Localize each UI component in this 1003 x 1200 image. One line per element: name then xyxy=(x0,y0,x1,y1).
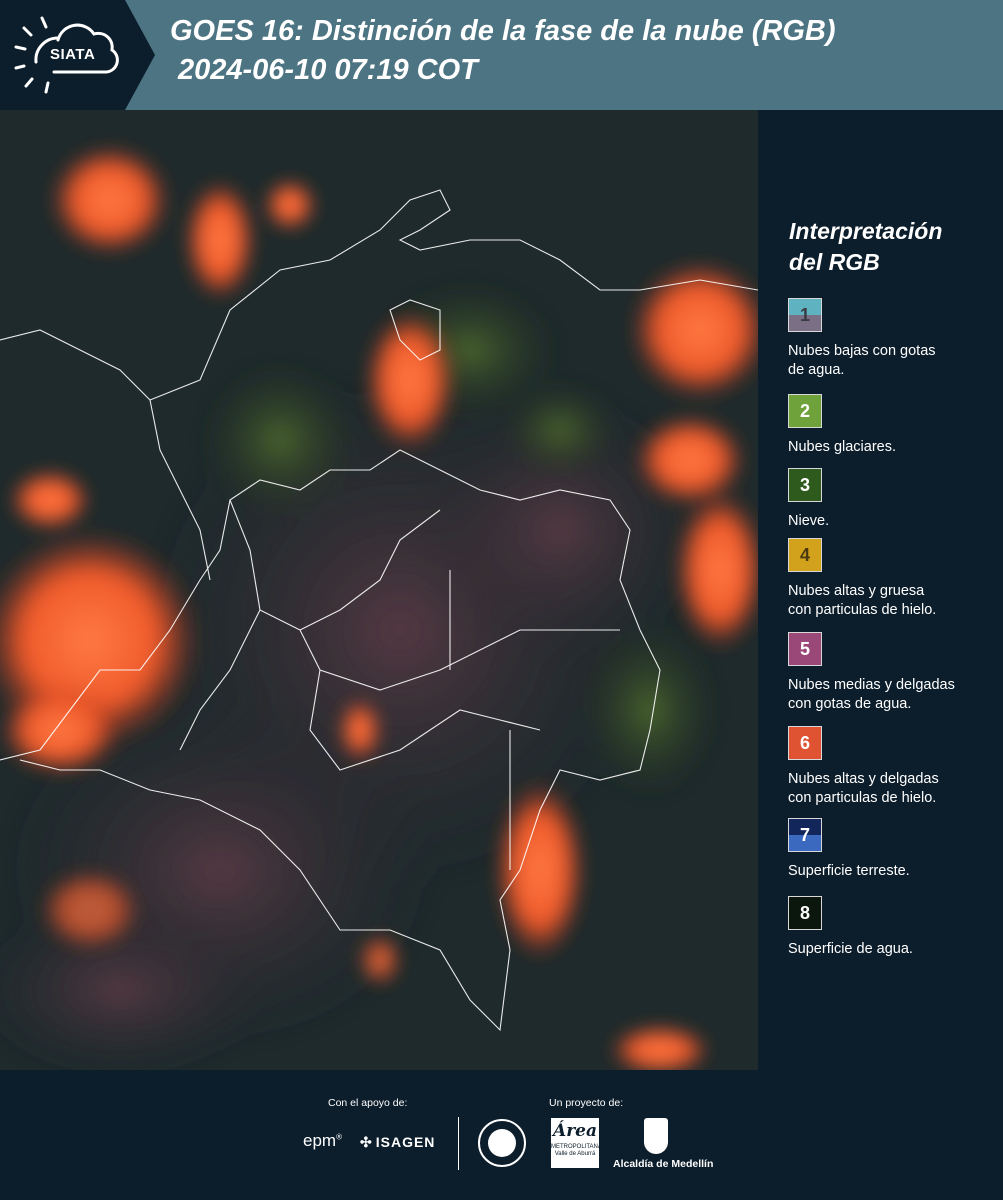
legend-label-6: Nubes altas y delgadas con particulas de… xyxy=(788,770,1000,808)
legend-label-1-line2: de agua. xyxy=(788,362,845,378)
legend-item-2: 2 Nubes glaciares. xyxy=(788,394,1000,457)
legend-item-5: 5 Nubes medias y delgadas con gotas de a… xyxy=(788,632,1000,714)
legend-swatch-6: 6 xyxy=(788,726,822,760)
legend-label-5: Nubes medias y delgadas con gotas de agu… xyxy=(788,676,1000,714)
isagen-mark-icon: ✣ xyxy=(360,1134,373,1150)
isagen-logo[interactable]: ✣ ISAGEN xyxy=(360,1134,435,1151)
legend-label-4-line2: con particulas de hielo. xyxy=(788,602,937,618)
area-logo-line2: Valle de Aburrá xyxy=(554,1151,596,1157)
swatch-2-number: 2 xyxy=(799,400,810,421)
legend-swatch-2: 2 xyxy=(788,394,822,428)
legend-label-7: Superficie terreste. xyxy=(788,863,910,879)
alcaldia-shield-icon[interactable] xyxy=(644,1118,668,1154)
legend-item-3: 3 Nieve. xyxy=(788,468,1000,531)
legend-swatch-4: 4 xyxy=(788,538,822,572)
legend-label-4: Nubes altas y gruesa con particulas de h… xyxy=(788,582,1000,620)
legend-swatch-3: 3 xyxy=(788,468,822,502)
legend-label-3: Nieve. xyxy=(788,513,830,529)
swatch-7-number: 7 xyxy=(799,824,810,845)
area-logo-line1: METROPOLITANA xyxy=(551,1144,602,1150)
medellin-seal-logo[interactable] xyxy=(478,1119,526,1167)
legend-label-4-line1: Nubes altas y gruesa xyxy=(788,583,925,599)
legend-title: Interpretación del RGB xyxy=(789,216,989,278)
epm-logo[interactable]: epm® xyxy=(303,1131,342,1151)
legend-swatch-5: 5 xyxy=(788,632,822,666)
page-timestamp: 2024-06-10 07:19 COT xyxy=(178,54,478,86)
swatch-4-number: 4 xyxy=(799,544,810,565)
legend-title-line1: Interpretación xyxy=(789,218,943,244)
siata-logo[interactable]: SIATA xyxy=(0,0,155,110)
swatch-1-number: 1 xyxy=(799,304,810,325)
legend-label-6-line1: Nubes altas y delgadas xyxy=(788,771,939,787)
legend-item-7: 7 Superficie terreste. xyxy=(788,818,1000,881)
seal-icon xyxy=(488,1129,516,1157)
legend-swatch-7: 7 xyxy=(788,818,822,852)
swatch-8-number: 8 xyxy=(799,902,810,923)
epm-logo-text: epm xyxy=(303,1131,337,1150)
legend-label-2: Nubes glaciares. xyxy=(788,439,896,455)
area-metropolitana-logo[interactable]: Área METROPOLITANA Valle de Aburrá xyxy=(551,1118,602,1168)
footer: Con el apoyo de: Un proyecto de: epm® ✣ I… xyxy=(0,1070,1003,1200)
alcaldia-logo-text: Alcaldía de Medellín xyxy=(613,1158,714,1170)
legend-label-5-line1: Nubes medias y delgadas xyxy=(788,677,955,693)
legend-label-5-line2: con gotas de agua. xyxy=(788,696,912,712)
legend-item-1: 1 Nubes bajas con gotas de agua. xyxy=(788,298,1000,380)
page-title: GOES 16: Distinción de la fase de la nub… xyxy=(170,15,836,47)
sponsor-caption: Con el apoyo de: xyxy=(328,1097,408,1109)
siata-logo-text: SIATA xyxy=(50,46,96,63)
swatch-3-number: 3 xyxy=(799,474,810,495)
header-bar: SIATA GOES 16: Distinción de la fase de … xyxy=(0,0,1003,110)
satellite-map[interactable] xyxy=(0,110,758,1070)
legend-item-8: 8 Superficie de agua. xyxy=(788,896,1000,959)
swatch-5-number: 5 xyxy=(799,638,810,659)
area-logo-big: Área xyxy=(553,1121,597,1141)
legend-label-8: Superficie de agua. xyxy=(788,941,913,957)
swatch-6-number: 6 xyxy=(799,732,810,753)
legend-label-6-line2: con particulas de hielo. xyxy=(788,790,937,806)
legend-item-4: 4 Nubes altas y gruesa con particulas de… xyxy=(788,538,1000,620)
satellite-rgb-image xyxy=(0,110,758,1070)
registered-icon: ® xyxy=(336,1132,342,1142)
legend-label-1-line1: Nubes bajas con gotas xyxy=(788,343,936,359)
footer-divider xyxy=(458,1117,459,1170)
legend-panel: Interpretación del RGB 1 Nubes bajas con… xyxy=(760,110,1003,1070)
legend-swatch-1: 1 xyxy=(788,298,822,332)
legend-title-line2: del RGB xyxy=(789,249,880,275)
legend-label-1: Nubes bajas con gotas de agua. xyxy=(788,342,1000,380)
isagen-logo-text: ISAGEN xyxy=(375,1134,436,1150)
legend-swatch-8: 8 xyxy=(788,896,822,930)
legend-item-6: 6 Nubes altas y delgadas con particulas … xyxy=(788,726,1000,808)
project-caption: Un proyecto de: xyxy=(549,1097,624,1109)
